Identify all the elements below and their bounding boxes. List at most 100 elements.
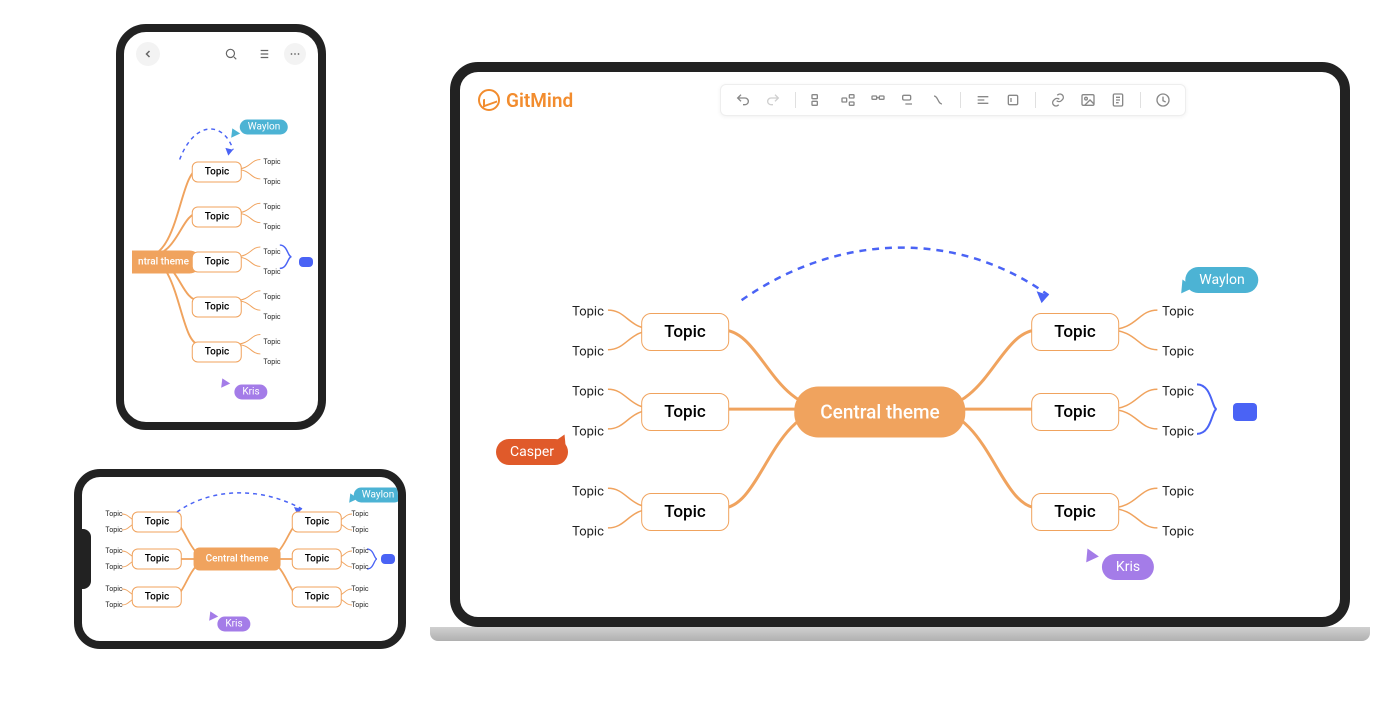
- share-icon[interactable]: [1155, 92, 1171, 108]
- main-toolbar: [720, 84, 1186, 116]
- topic-node[interactable]: Topic: [192, 252, 242, 273]
- phone-header: [124, 32, 318, 76]
- separator: [960, 92, 961, 108]
- subtopic-icon[interactable]: [870, 92, 886, 108]
- summary-node[interactable]: [381, 554, 395, 564]
- central-theme-node[interactable]: Central theme: [194, 548, 281, 571]
- subtopic-node[interactable]: Topic: [1162, 525, 1194, 540]
- relation-icon[interactable]: [930, 92, 946, 108]
- subtopic-node[interactable]: Topic: [351, 526, 368, 534]
- subtopic-node[interactable]: Topic: [572, 525, 604, 540]
- collaborator-tag-waylon: Waylon: [1185, 267, 1258, 293]
- topic-node[interactable]: Topic: [641, 393, 729, 431]
- topic-node[interactable]: Topic: [292, 549, 342, 570]
- subtopic-node[interactable]: Topic: [1162, 305, 1194, 320]
- topic-node[interactable]: Topic: [192, 297, 242, 318]
- subtopic-node[interactable]: Topic: [351, 585, 368, 593]
- subtopic-node[interactable]: Topic: [105, 601, 122, 609]
- separator: [1140, 92, 1141, 108]
- central-theme-node[interactable]: Central theme: [794, 387, 965, 438]
- subtopic-node[interactable]: Topic: [263, 358, 280, 366]
- topic-node[interactable]: Topic: [1031, 313, 1119, 351]
- subtopic-node[interactable]: Topic: [572, 385, 604, 400]
- summary-node[interactable]: [299, 257, 313, 267]
- image-icon[interactable]: [1080, 92, 1096, 108]
- collaborator-tag-waylon: Waylon: [354, 488, 402, 503]
- topic-node[interactable]: Topic: [292, 587, 342, 608]
- subtopic-node[interactable]: Topic: [1162, 345, 1194, 360]
- topic-node[interactable]: Topic: [1031, 393, 1119, 431]
- subtopic-node[interactable]: Topic: [351, 510, 368, 518]
- subtopic-node[interactable]: Topic: [263, 158, 280, 166]
- mindmap-links: [460, 122, 1340, 617]
- subtopic-node[interactable]: Topic: [351, 601, 368, 609]
- gitmind-logo-icon: [478, 89, 500, 111]
- subtopic-node[interactable]: Topic: [263, 223, 280, 231]
- collaborator-tag-waylon: Waylon: [240, 120, 288, 135]
- subtopic-node[interactable]: Topic: [263, 248, 280, 256]
- subtopic-node[interactable]: Topic: [572, 425, 604, 440]
- central-theme-node[interactable]: ntral theme: [132, 251, 201, 274]
- child-topic-icon[interactable]: [840, 92, 856, 108]
- subtopic-node[interactable]: Topic: [105, 510, 122, 518]
- mindmap-links: [124, 72, 318, 422]
- separator: [795, 92, 796, 108]
- subtopic-node[interactable]: Topic: [572, 345, 604, 360]
- subtopic-node[interactable]: Topic: [1162, 425, 1194, 440]
- collaborator-tag-kris: Kris: [217, 617, 250, 632]
- topic-node[interactable]: Topic: [292, 512, 342, 533]
- subtopic-node[interactable]: Topic: [1162, 485, 1194, 500]
- subtopic-node[interactable]: Topic: [351, 547, 368, 555]
- subtopic-node[interactable]: Topic: [105, 547, 122, 555]
- phone-portrait-device: ntral theme Topic Topic Topic Topic Topi…: [116, 24, 326, 430]
- summary-node[interactable]: [1233, 403, 1257, 421]
- topic-node[interactable]: Topic: [1031, 493, 1119, 531]
- topic-node[interactable]: Topic: [132, 587, 182, 608]
- mindmap-canvas[interactable]: Central theme Topic Topic Topic Topic To…: [460, 122, 1340, 617]
- subtopic-node[interactable]: Topic: [105, 585, 122, 593]
- redo-icon[interactable]: [765, 92, 781, 108]
- collaborator-tag-casper: Casper: [496, 439, 568, 465]
- style-icon[interactable]: [1005, 92, 1021, 108]
- topic-node[interactable]: Topic: [132, 549, 182, 570]
- back-button[interactable]: [136, 42, 160, 66]
- sibling-topic-icon[interactable]: [810, 92, 826, 108]
- laptop-base: [430, 627, 1370, 641]
- link-icon[interactable]: [1050, 92, 1066, 108]
- topic-node[interactable]: Topic: [641, 313, 729, 351]
- subtopic-node[interactable]: Topic: [263, 293, 280, 301]
- mindmap-canvas-mobile[interactable]: ntral theme Topic Topic Topic Topic Topi…: [124, 72, 318, 422]
- topic-node[interactable]: Topic: [192, 207, 242, 228]
- laptop-device: GitMind: [450, 62, 1350, 662]
- subtopic-node[interactable]: Topic: [572, 305, 604, 320]
- subtopic-node[interactable]: Topic: [263, 338, 280, 346]
- subtopic-node[interactable]: Topic: [1162, 385, 1194, 400]
- app-logo[interactable]: GitMind: [478, 89, 573, 112]
- list-icon[interactable]: [252, 43, 274, 65]
- format-icon[interactable]: [975, 92, 991, 108]
- app-logo-text: GitMind: [506, 89, 573, 112]
- subtopic-node[interactable]: Topic: [572, 485, 604, 500]
- note-icon[interactable]: [1110, 92, 1126, 108]
- undo-icon[interactable]: [735, 92, 751, 108]
- subtopic-node[interactable]: Topic: [105, 526, 122, 534]
- subtopic-node[interactable]: Topic: [105, 563, 122, 571]
- app-header: GitMind: [460, 72, 1340, 128]
- subtopic-node[interactable]: Topic: [263, 313, 280, 321]
- subtopic-node[interactable]: Topic: [263, 178, 280, 186]
- subtopic-node[interactable]: Topic: [263, 203, 280, 211]
- floating-topic-icon[interactable]: [900, 92, 916, 108]
- more-icon[interactable]: [284, 43, 306, 65]
- subtopic-node[interactable]: Topic: [351, 563, 368, 571]
- search-icon[interactable]: [220, 43, 242, 65]
- separator: [1035, 92, 1036, 108]
- mindmap-canvas-landscape[interactable]: Central theme Topic Topic Topic Topic To…: [82, 477, 398, 641]
- topic-node[interactable]: Topic: [192, 162, 242, 183]
- topic-node[interactable]: Topic: [192, 342, 242, 363]
- phone-landscape-device: Central theme Topic Topic Topic Topic To…: [74, 469, 406, 649]
- subtopic-node[interactable]: Topic: [263, 268, 280, 276]
- collaborator-tag-kris: Kris: [234, 385, 267, 400]
- topic-node[interactable]: Topic: [641, 493, 729, 531]
- collaborator-tag-kris: Kris: [1102, 554, 1154, 580]
- topic-node[interactable]: Topic: [132, 512, 182, 533]
